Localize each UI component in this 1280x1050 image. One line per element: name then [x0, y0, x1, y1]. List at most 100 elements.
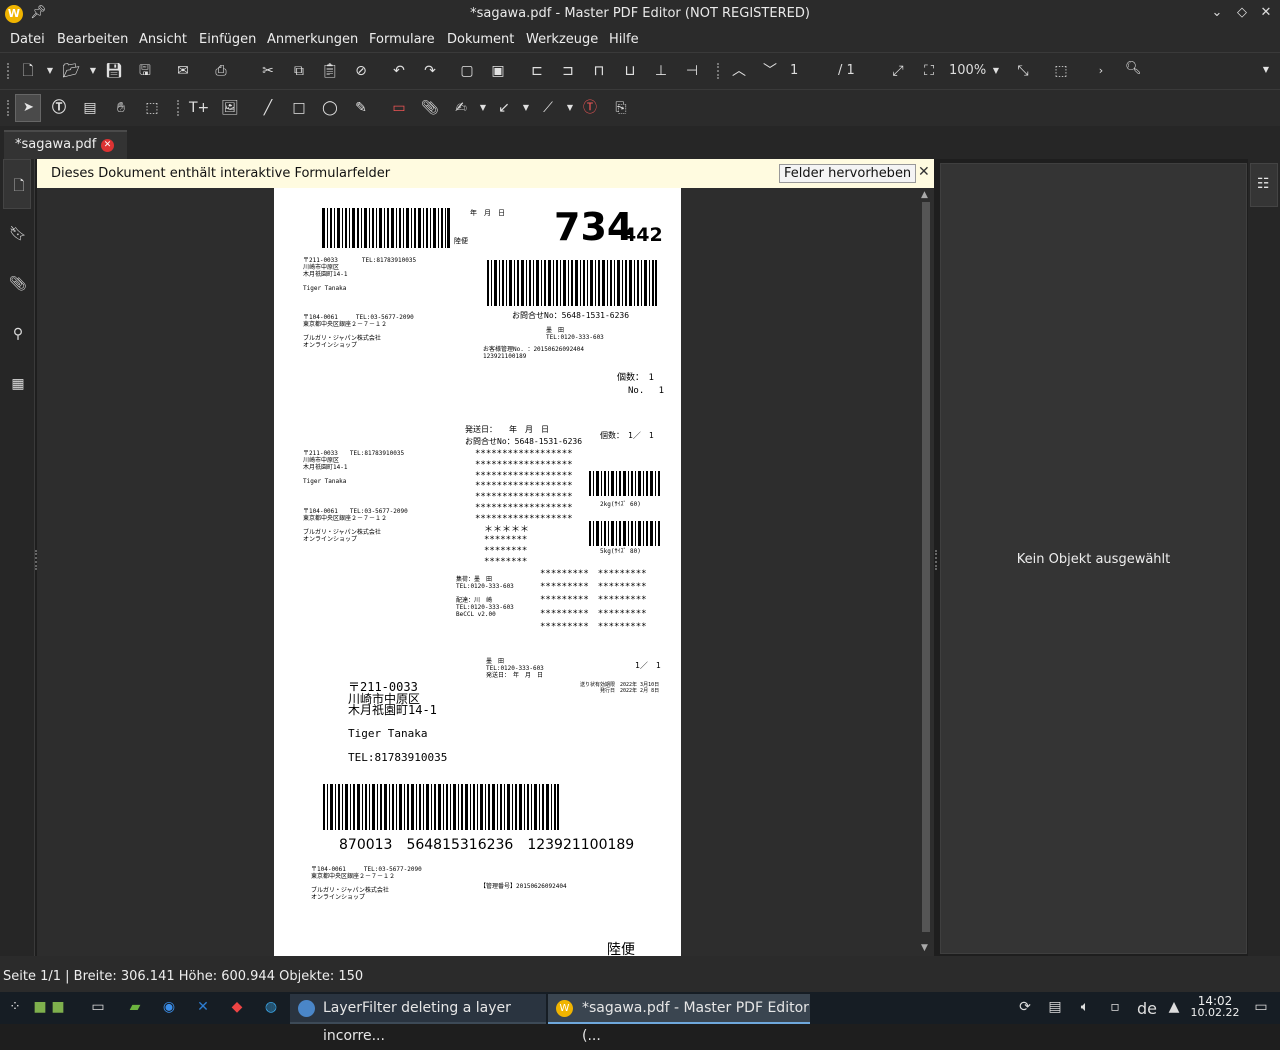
scroll-down-icon[interactable]: ▼: [921, 943, 928, 953]
app-launcher-icon[interactable]: ⁘: [6, 999, 24, 1017]
copy-icon[interactable]: ⧉: [289, 62, 309, 80]
print-icon[interactable]: ⎙: [211, 62, 231, 80]
align-top-icon[interactable]: ⊓: [589, 62, 609, 80]
save-icon[interactable]: 💾︎: [104, 62, 124, 80]
right-splitter[interactable]: [935, 550, 937, 570]
scroll-up-icon[interactable]: ▲: [921, 190, 928, 200]
zoom-input[interactable]: 100%: [949, 61, 989, 81]
attachments-icon[interactable]: 📎︎: [8, 276, 28, 296]
menu-einfuegen[interactable]: Einfügen: [199, 32, 256, 47]
arrow-icon[interactable]: ↙: [494, 99, 514, 117]
toolbar-grip[interactable]: [7, 63, 11, 79]
clipboard-icon[interactable]: ▤: [1046, 999, 1064, 1017]
task-layerfilter[interactable]: LayerFilter deleting a layer incorre...: [290, 994, 546, 1044]
git-icon[interactable]: ◆: [228, 999, 246, 1017]
menu-datei[interactable]: Datei: [10, 32, 45, 47]
rectangle-icon[interactable]: □: [289, 99, 309, 117]
form-edit-icon[interactable]: ▤: [80, 99, 100, 117]
align-right-icon[interactable]: ⊐: [558, 62, 578, 80]
chevron-down-icon[interactable]: ▼: [560, 99, 580, 117]
pencil-icon[interactable]: ✎: [351, 99, 371, 117]
left-splitter[interactable]: [35, 550, 37, 570]
delete-icon[interactable]: ⊘: [351, 62, 371, 80]
cut-icon[interactable]: ✂: [258, 62, 278, 80]
prev-page-icon[interactable]: ︿: [729, 62, 749, 80]
chevron-down-icon[interactable]: ▼: [986, 62, 1006, 80]
chevron-down-icon[interactable]: ▼: [40, 62, 60, 80]
open-folder-icon[interactable]: 📂︎: [61, 62, 81, 80]
chevron-down-icon[interactable]: ▼: [516, 99, 536, 117]
vscode-icon[interactable]: ✕: [194, 999, 212, 1017]
align-middle-icon[interactable]: ⊣: [682, 62, 702, 80]
network-icon[interactable]: ▫: [1106, 999, 1124, 1017]
ellipse-icon[interactable]: ◯: [320, 99, 340, 117]
desktop-1-icon[interactable]: ■: [31, 999, 49, 1017]
menu-bearbeiten[interactable]: Bearbeiten: [57, 32, 128, 47]
close-tab-icon[interactable]: ✕: [101, 139, 114, 152]
tab-sagawa-pdf[interactable]: *sagawa.pdf ✕: [4, 130, 127, 159]
attachment-icon[interactable]: 📎︎: [420, 99, 440, 117]
zoom-region-icon[interactable]: ⬚: [1051, 62, 1071, 80]
stamp-icon[interactable]: ⎘: [611, 99, 631, 117]
show-desktop-icon[interactable]: ▭: [89, 999, 107, 1017]
fit-page-icon[interactable]: ⛶: [919, 62, 939, 80]
chevron-down-icon[interactable]: ▼: [1263, 65, 1269, 74]
align-center-icon[interactable]: ⊥: [651, 62, 671, 80]
chevron-right-icon[interactable]: ›: [1091, 62, 1111, 80]
maximize-button[interactable]: ◇: [1233, 5, 1251, 20]
text-box-icon[interactable]: Ⓣ: [580, 99, 600, 117]
menu-werkzeuge[interactable]: Werkzeuge: [526, 32, 598, 47]
email-icon[interactable]: ✉: [173, 62, 193, 80]
browser-icon[interactable]: ◍: [262, 999, 280, 1017]
fit-width-icon[interactable]: ⤢: [888, 62, 908, 80]
save-as-icon[interactable]: 🖫︎: [135, 62, 155, 80]
thunderbird-icon[interactable]: ◉: [160, 999, 178, 1017]
close-window-button[interactable]: ✕: [1257, 5, 1275, 20]
layers-icon[interactable]: ▦: [8, 376, 28, 396]
notifications-icon[interactable]: ▭: [1252, 999, 1270, 1017]
page-frame-icon[interactable]: ▢: [457, 62, 477, 80]
comment-icon[interactable]: ▭: [389, 99, 409, 117]
align-left-icon[interactable]: ⊏: [527, 62, 547, 80]
sync-icon[interactable]: ⟳: [1016, 999, 1034, 1017]
task-master-pdf[interactable]: W *sagawa.pdf - Master PDF Editor (...: [548, 994, 810, 1044]
minimize-button[interactable]: ⌄: [1208, 5, 1226, 20]
chevron-down-icon[interactable]: ▼: [473, 99, 493, 117]
page-number-input[interactable]: 1: [790, 61, 840, 81]
redo-icon[interactable]: ↷: [420, 62, 440, 80]
page-fill-icon[interactable]: ▣: [488, 62, 508, 80]
menu-hilfe[interactable]: Hilfe: [609, 32, 639, 47]
paste-icon[interactable]: 📋︎: [320, 62, 340, 80]
highlight-icon[interactable]: ✍︎: [451, 99, 471, 117]
properties-panel-button[interactable]: ☷: [1250, 163, 1278, 207]
close-infobar-icon[interactable]: ✕: [918, 164, 930, 180]
add-image-icon[interactable]: 🖼︎: [220, 99, 240, 117]
crop-icon[interactable]: ⬚: [142, 99, 162, 117]
toolbar-grip[interactable]: [177, 100, 181, 116]
menu-anmerkungen[interactable]: Anmerkungen: [267, 32, 358, 47]
pdf-page[interactable]: 年 月 日 陸便 734 442 〒211-0033 TEL:817839100…: [274, 188, 681, 956]
polyline-icon[interactable]: ⟋: [538, 99, 558, 117]
menu-dokument[interactable]: Dokument: [447, 32, 514, 47]
search-field[interactable]: 🔍︎ ▼: [1122, 59, 1272, 83]
pages-panel-button[interactable]: 🗋︎: [3, 159, 31, 209]
text-edit-icon[interactable]: Ⓣ: [49, 99, 69, 117]
next-page-icon[interactable]: ﹀: [760, 62, 780, 80]
desktop-2-icon[interactable]: ■: [49, 999, 67, 1017]
keyboard-layout[interactable]: de: [1134, 999, 1160, 1018]
chevron-down-icon[interactable]: ▼: [83, 62, 103, 80]
volume-icon[interactable]: 🔈︎: [1076, 999, 1094, 1017]
undo-icon[interactable]: ↶: [389, 62, 409, 80]
vertical-scrollbar[interactable]: ▲ ▼: [918, 188, 934, 956]
file-manager-icon[interactable]: ▰: [126, 999, 144, 1017]
select-tool-button[interactable]: ➤︎: [15, 94, 41, 122]
fullscreen-icon[interactable]: ⤡: [1013, 62, 1033, 80]
clock[interactable]: 14:02 10.02.22: [1190, 995, 1240, 1019]
hand-icon[interactable]: ✋︎: [111, 99, 131, 117]
bookmarks-icon[interactable]: 🔖︎: [8, 226, 28, 246]
tray-expand-icon[interactable]: ▲: [1165, 999, 1183, 1017]
line-icon[interactable]: ╱: [258, 99, 278, 117]
new-document-icon[interactable]: 🗋︎: [18, 62, 38, 80]
menu-formulare[interactable]: Formulare: [369, 32, 435, 47]
scroll-thumb[interactable]: [922, 202, 930, 932]
